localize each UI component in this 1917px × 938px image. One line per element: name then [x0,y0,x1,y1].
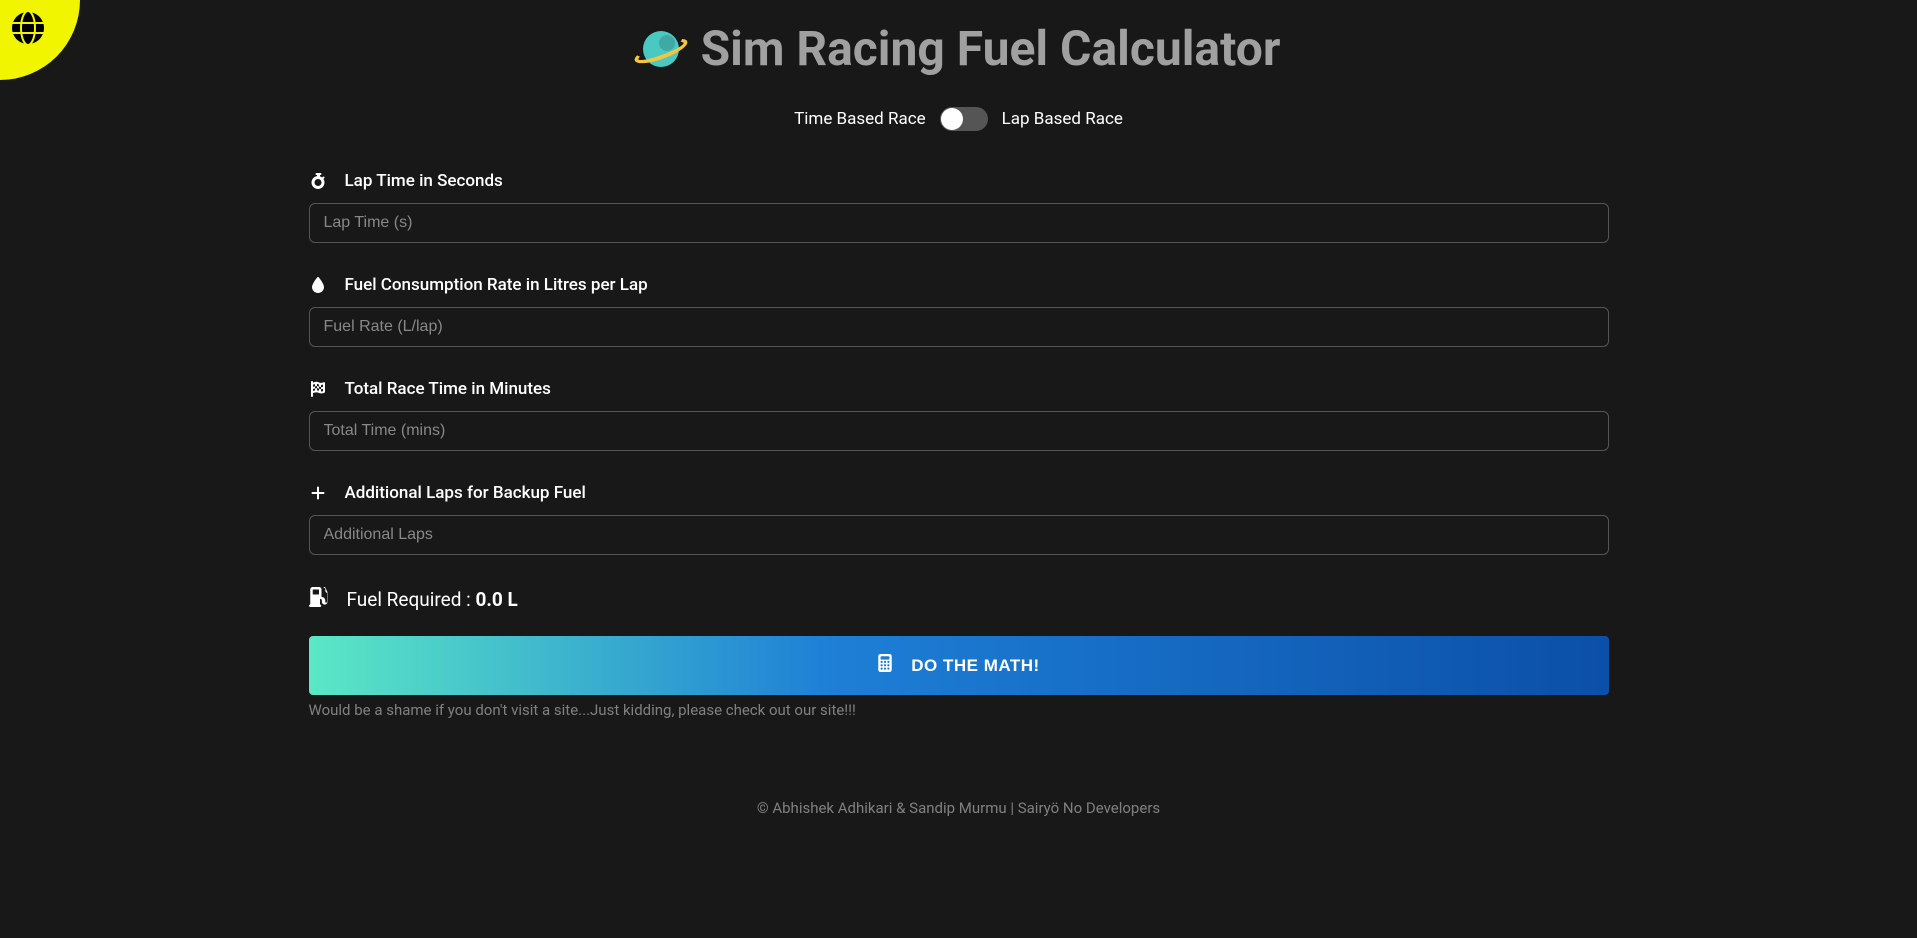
additional-laps-input[interactable] [309,515,1609,555]
race-time-group: Total Race Time in Minutes [309,379,1609,451]
race-mode-toggle[interactable] [940,107,988,131]
toggle-label-lap: Lap Based Race [1002,109,1123,129]
gas-pump-icon [309,587,329,612]
result-row: Fuel Required : 0.0 L [309,587,1609,612]
lap-time-label: Lap Time in Seconds [309,171,1609,191]
race-time-input[interactable] [309,411,1609,451]
calculate-button[interactable]: DO THE MATH! [309,636,1609,695]
language-corner-button[interactable] [0,0,80,80]
lap-time-input[interactable] [309,203,1609,243]
footer-text: © Abhishek Adhikari & Sandip Murmu | Sai… [309,799,1609,827]
droplet-icon [309,277,327,293]
additional-laps-label-text: Additional Laps for Backup Fuel [345,483,586,503]
fuel-rate-input[interactable] [309,307,1609,347]
page-title: Sim Racing Fuel Calculator [309,20,1609,77]
globe-icon [12,12,44,48]
fuel-rate-label-text: Fuel Consumption Rate in Litres per Lap [345,275,648,295]
fuel-rate-label: Fuel Consumption Rate in Litres per Lap [309,275,1609,295]
additional-laps-group: Additional Laps for Backup Fuel [309,483,1609,555]
toggle-label-time: Time Based Race [794,109,925,129]
lap-time-group: Lap Time in Seconds [309,171,1609,243]
race-time-label-text: Total Race Time in Minutes [345,379,551,399]
lap-time-label-text: Lap Time in Seconds [345,171,503,191]
race-mode-toggle-row: Time Based Race Lap Based Race [309,107,1609,131]
calculator-icon [877,654,893,677]
main-container: Sim Racing Fuel Calculator Time Based Ra… [299,0,1619,827]
result-label: Fuel Required : [347,588,476,611]
page-title-text: Sim Racing Fuel Calculator [701,20,1281,77]
result-value: 0.0 L [475,588,517,611]
calculate-button-label: DO THE MATH! [911,656,1039,676]
toggle-knob [941,108,963,130]
flag-checkered-icon [309,381,327,397]
fuel-rate-group: Fuel Consumption Rate in Litres per Lap [309,275,1609,347]
promo-link[interactable]: Would be a shame if you don't visit a si… [309,701,1609,719]
race-time-label: Total Race Time in Minutes [309,379,1609,399]
plus-icon [309,485,327,501]
stopwatch-icon [309,173,327,189]
additional-laps-label: Additional Laps for Backup Fuel [309,483,1609,503]
planet-icon [637,25,685,73]
